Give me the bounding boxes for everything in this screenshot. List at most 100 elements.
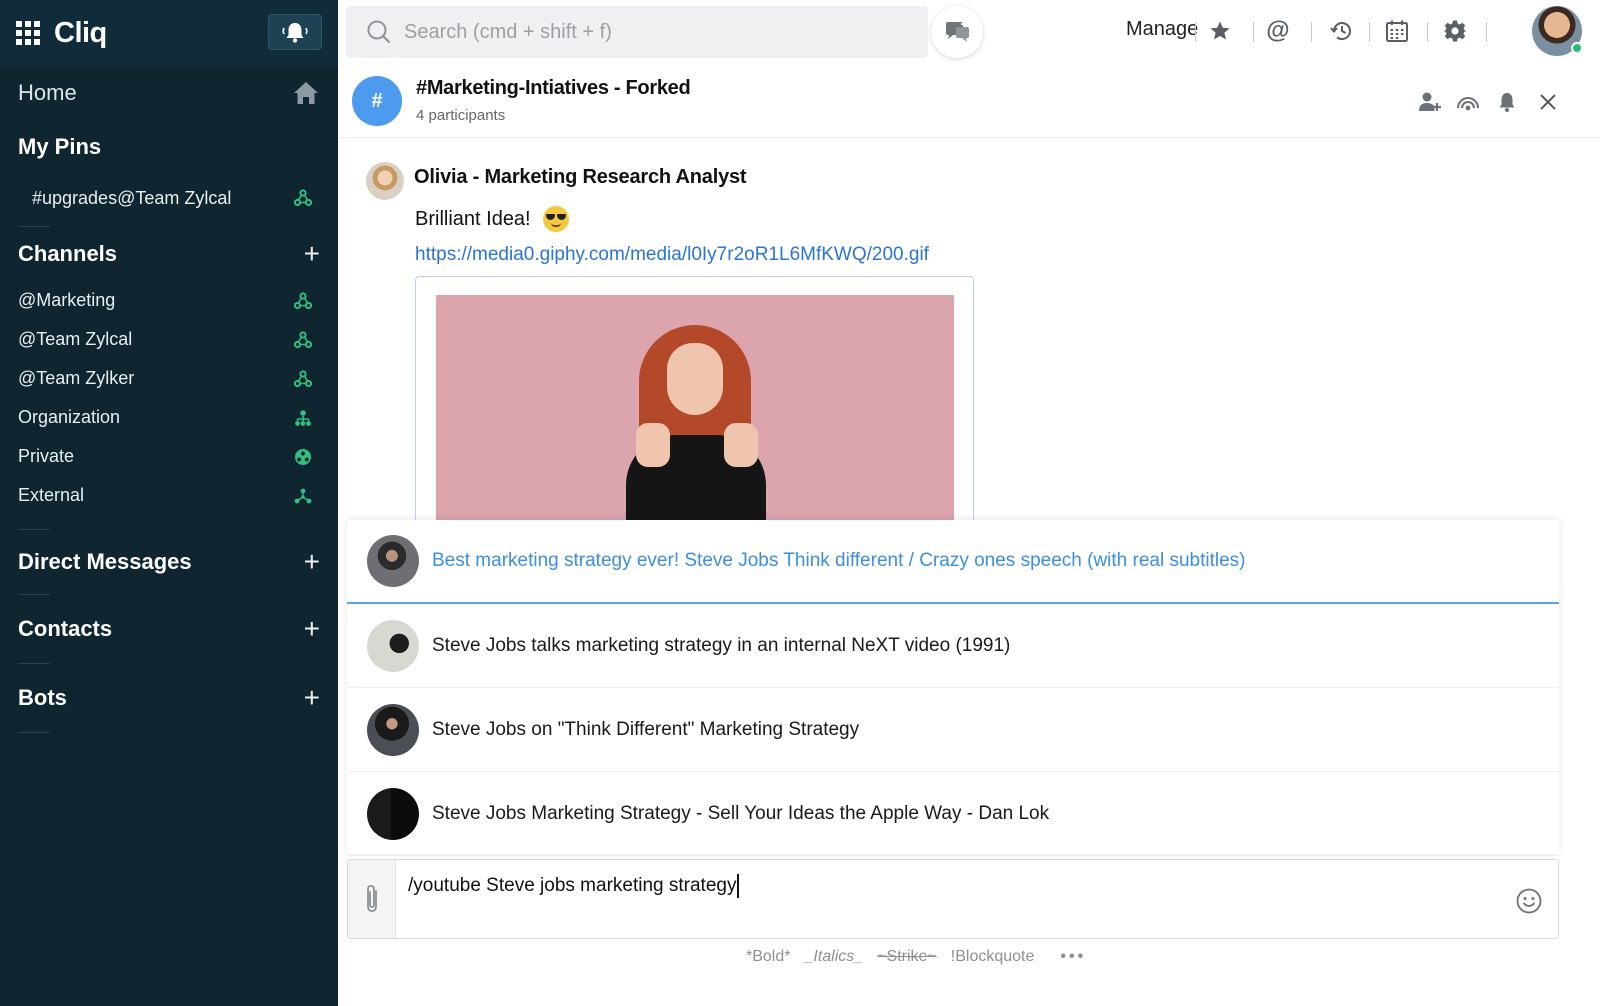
bell-ring-icon xyxy=(282,23,308,43)
channel-item-label: @Team Zylker xyxy=(18,368,135,388)
radar-icon xyxy=(1457,97,1479,111)
search-input[interactable]: Search (cmd + shift + f) xyxy=(404,21,612,44)
calendar-button[interactable] xyxy=(1384,18,1410,44)
toolbar-divider xyxy=(1311,22,1312,42)
team-icon xyxy=(294,330,312,348)
private-icon xyxy=(295,448,311,465)
mentions-button[interactable]: @ xyxy=(1265,18,1291,44)
pins-title: My Pins xyxy=(18,134,102,159)
suggestion-item[interactable]: Steve Jobs on "Think Different" Marketin… xyxy=(347,688,1559,772)
notification-bell-button[interactable] xyxy=(268,14,322,50)
user-avatar[interactable] xyxy=(1532,6,1583,56)
link-preview-card[interactable] xyxy=(415,276,974,530)
channel-item-label: Private xyxy=(18,446,75,466)
add-channel-button[interactable]: + xyxy=(304,240,320,268)
gif-preview-image[interactable] xyxy=(436,295,954,530)
message-text: Brilliant Idea! xyxy=(415,206,569,232)
at-icon: @ xyxy=(1266,17,1290,44)
suggestion-thumbnail xyxy=(367,703,419,756)
suggestion-item[interactable]: Steve Jobs talks marketing strategy in a… xyxy=(347,604,1559,688)
external-icon xyxy=(294,488,312,503)
message-sender[interactable]: Olivia - Marketing Research Analyst xyxy=(414,166,747,189)
message-input[interactable]: /youtube Steve jobs marketing strategy xyxy=(408,874,1488,904)
formatting-hints: *Bold* _Italics_ ~Strike~ !Blockquote ••… xyxy=(746,948,1086,966)
manage-button[interactable]: Manage xyxy=(1126,18,1198,41)
participants-count[interactable]: 4 participants xyxy=(416,107,505,124)
add-bot-button[interactable]: + xyxy=(304,684,320,712)
starred-button[interactable] xyxy=(1207,18,1233,44)
new-chat-button[interactable] xyxy=(931,6,983,58)
channel-item-team-zylcal[interactable]: @Team Zylcal xyxy=(0,320,338,359)
suggestion-thumbnail xyxy=(367,535,419,587)
history-icon xyxy=(1330,22,1351,41)
team-icon xyxy=(294,369,312,387)
emoji-icon[interactable] xyxy=(1516,888,1542,914)
sidebar-home-label: Home xyxy=(18,80,77,105)
channel-item-label: Organization xyxy=(18,407,121,427)
sunglasses-emoji-icon xyxy=(542,206,569,232)
channel-item-external[interactable]: External xyxy=(0,476,338,515)
home-icon xyxy=(294,82,318,104)
suggestion-item[interactable]: Steve Jobs Marketing Strategy - Sell You… xyxy=(347,772,1559,856)
message-body: Brilliant Idea! xyxy=(415,207,531,230)
top-bar: Search (cmd + shift + f) Manage @ xyxy=(338,0,1600,64)
chat-header: # #Marketing-Intiatives - Forked 4 parti… xyxy=(338,64,1600,138)
channel-avatar: # xyxy=(352,76,402,126)
dm-section-header: Direct Messages + xyxy=(0,530,338,594)
channel-info-button[interactable] xyxy=(1456,90,1480,114)
add-dm-button[interactable]: + xyxy=(304,548,320,576)
toolbar-divider xyxy=(1369,22,1370,42)
sender-avatar[interactable] xyxy=(366,162,404,200)
suggestion-item[interactable]: Best marketing strategy ever! Steve Jobs… xyxy=(347,520,1559,604)
bell-icon xyxy=(1499,93,1515,112)
team-icon xyxy=(294,189,312,207)
suggestion-title: Steve Jobs talks marketing strategy in a… xyxy=(432,634,1011,656)
app-name: Cliq xyxy=(54,16,107,49)
message-list: Olivia - Marketing Research Analyst Bril… xyxy=(338,138,1600,530)
format-italics[interactable]: _Italics_ xyxy=(804,948,863,966)
search-bar[interactable]: Search (cmd + shift + f) xyxy=(346,6,928,58)
sidebar-home[interactable]: Home xyxy=(0,66,338,120)
channel-item-label: @Team Zylcal xyxy=(18,329,133,349)
suggestion-title: Steve Jobs on "Think Different" Marketin… xyxy=(432,718,860,740)
gif-figure-thumb-right xyxy=(724,423,758,467)
pin-item[interactable]: #upgrades@Team Zylcal xyxy=(0,174,338,222)
format-strike[interactable]: ~Strike~ xyxy=(877,948,937,966)
suggestion-title: Best marketing strategy ever! Steve Jobs… xyxy=(432,550,1246,571)
format-blockquote[interactable]: !Blockquote xyxy=(951,948,1035,966)
paperclip-icon xyxy=(366,885,377,912)
channel-item-label: External xyxy=(18,485,85,505)
pin-item-label: #upgrades@Team Zylcal xyxy=(32,187,232,208)
close-icon xyxy=(1540,94,1556,110)
settings-button[interactable] xyxy=(1442,18,1468,44)
bots-title: Bots xyxy=(18,685,67,710)
search-icon xyxy=(367,20,391,44)
attach-button[interactable] xyxy=(348,860,396,938)
sidebar-divider xyxy=(18,732,50,733)
org-icon xyxy=(295,409,311,426)
add-participant-button[interactable] xyxy=(1418,90,1442,114)
format-bold[interactable]: *Bold* xyxy=(746,948,790,966)
channel-item-team-zylker[interactable]: @Team Zylker xyxy=(0,359,338,398)
close-chat-button[interactable] xyxy=(1536,90,1560,114)
channel-item-marketing[interactable]: @Marketing xyxy=(0,281,338,320)
gif-figure-face xyxy=(667,343,723,415)
youtube-suggestions-panel: Best marketing strategy ever! Steve Jobs… xyxy=(347,520,1559,856)
contacts-section-header: Contacts + xyxy=(0,595,338,663)
sidebar-header: Cliq xyxy=(0,0,338,66)
channel-item-private[interactable]: Private xyxy=(0,437,338,476)
mute-notifications-button[interactable] xyxy=(1495,90,1519,114)
add-contact-button[interactable]: + xyxy=(304,615,320,643)
message-input-value: /youtube Steve jobs marketing strategy xyxy=(408,875,737,897)
channel-item-organization[interactable]: Organization xyxy=(0,398,338,437)
team-icon xyxy=(294,291,312,309)
toolbar-divider xyxy=(1427,22,1428,42)
suggestion-thumbnail xyxy=(367,787,419,840)
history-button[interactable] xyxy=(1328,18,1354,44)
app-grid-icon[interactable] xyxy=(16,21,40,45)
more-format-options[interactable]: ••• xyxy=(1060,948,1086,966)
message-composer: /youtube Steve jobs marketing strategy xyxy=(347,859,1559,939)
message-link[interactable]: https://media0.giphy.com/media/l0Iy7r2oR… xyxy=(415,244,929,266)
calendar-icon xyxy=(1386,20,1408,42)
channel-title[interactable]: #Marketing-Intiatives - Forked xyxy=(416,77,691,100)
